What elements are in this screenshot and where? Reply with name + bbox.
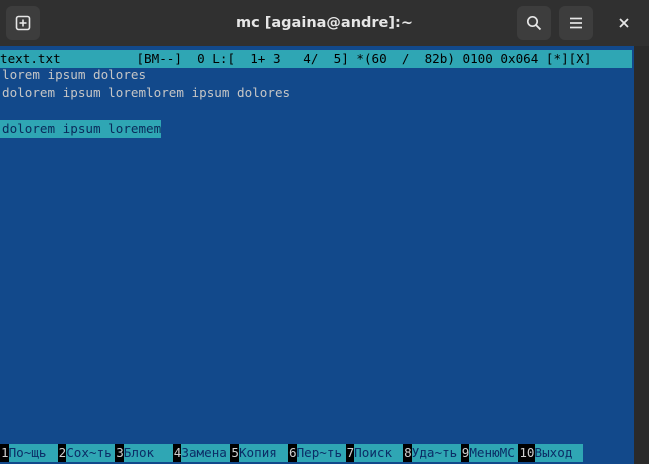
fkey-label: Выход <box>534 444 583 462</box>
search-icon <box>526 15 542 31</box>
fkey-number: 9 <box>460 444 470 462</box>
function-key-bar: 1 По~щь 2 Сох~ть 3 Блок 4 Замена 5 Копия 6 Пер… <box>0 444 632 462</box>
close-button[interactable] <box>609 8 639 38</box>
fkey-number: 7 <box>345 444 355 462</box>
new-tab-icon <box>15 15 31 31</box>
editor-line[interactable]: lorem ipsum dolores <box>2 66 146 84</box>
fkey-label: Копия <box>238 444 288 462</box>
fkey-number: 4 <box>172 444 182 462</box>
fkey-label: Уда~ть <box>411 444 461 462</box>
title-bar: mc [againa@andre]:~ <box>0 0 649 46</box>
editor-line[interactable]: dolorem ipsum loremlorem ipsum dolores <box>2 84 290 102</box>
fkey-search[interactable]: 7 Поиск <box>345 444 404 462</box>
fkey-help[interactable]: 1 По~щь <box>0 444 58 462</box>
search-button[interactable] <box>517 6 551 40</box>
fkey-number: 3 <box>115 444 124 462</box>
fkey-label: Замена <box>181 444 231 462</box>
fkey-label: Сох~ть <box>66 444 116 462</box>
fkey-label: Поиск <box>354 444 404 462</box>
fkey-number: 2 <box>57 444 67 462</box>
fkey-number: 8 <box>403 444 412 462</box>
fkey-label: Пер~ть <box>296 444 346 462</box>
fkey-block[interactable]: 3 Блок <box>115 444 173 462</box>
terminal-area[interactable]: text.txt [BM--] 0 L:[ 1+ 3 4/ 5] *(60 / … <box>0 46 634 464</box>
window-title: mc [againa@andre]:~ <box>236 15 413 31</box>
terminal-window: mc [againa@andre]:~ text.txt [BM--] 0 L:… <box>0 0 649 464</box>
fkey-save[interactable]: 2 Сох~ть <box>57 444 116 462</box>
fkey-exit[interactable]: 10 Выход <box>518 444 583 462</box>
fkey-move[interactable]: 6 Пер~ть <box>287 444 346 462</box>
fkey-number: 1 <box>0 444 9 462</box>
fkey-copy[interactable]: 5 Копия <box>230 444 288 462</box>
fkey-number: 5 <box>230 444 239 462</box>
new-tab-button[interactable] <box>6 6 40 40</box>
menu-button[interactable] <box>559 6 593 40</box>
fkey-label: По~щь <box>8 444 58 462</box>
fkey-label: Блок <box>123 444 173 462</box>
fkey-number: 6 <box>287 444 297 462</box>
terminal-scrollbar[interactable] <box>634 46 649 464</box>
fkey-label: МенюМС <box>469 444 519 462</box>
close-icon <box>619 18 629 28</box>
fkey-number: 10 <box>518 444 535 462</box>
fkey-delete[interactable]: 8 Уда~ть <box>403 444 461 462</box>
selected-editor-line[interactable]: dolorem ipsum loremem <box>0 120 162 138</box>
fkey-menu[interactable]: 9 МенюМС <box>460 444 519 462</box>
hamburger-menu-icon <box>570 17 582 29</box>
fkey-replace[interactable]: 4 Замена <box>172 444 231 462</box>
